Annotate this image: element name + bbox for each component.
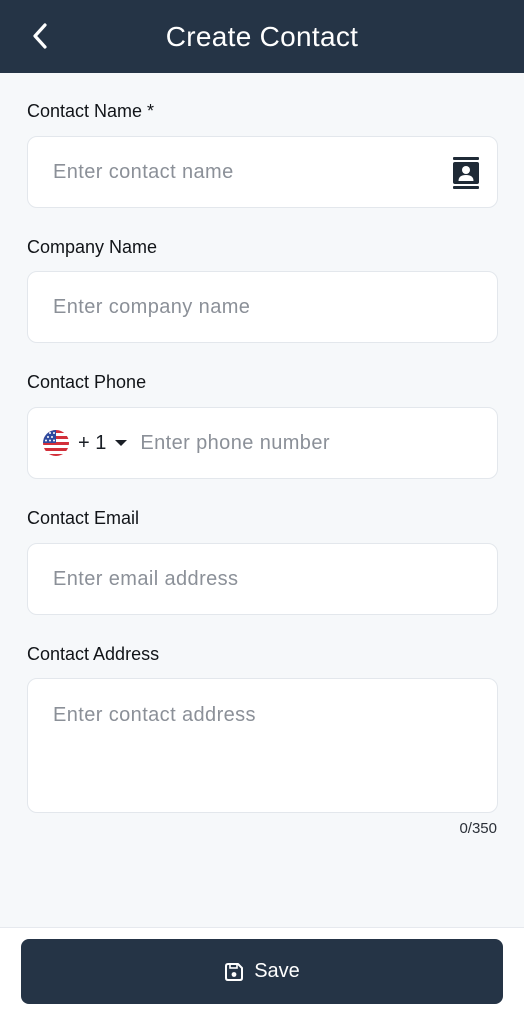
chevron-left-icon (33, 23, 47, 49)
country-code-picker[interactable]: + 1 (42, 429, 140, 457)
contact-phone-field: + 1 (27, 407, 498, 479)
contact-address-label: Contact Address (27, 644, 160, 664)
contact-email-field (27, 543, 498, 615)
address-textarea[interactable] (53, 703, 472, 793)
email-input[interactable] (53, 567, 472, 591)
dial-code: + 1 (78, 431, 107, 454)
us-flag-icon (43, 430, 69, 456)
contact-book-button[interactable] (451, 157, 481, 189)
phone-number-input[interactable] (140, 431, 472, 455)
contact-address-field (27, 678, 498, 813)
save-icon (225, 962, 244, 981)
bottom-action-bar: Save (0, 927, 524, 1024)
contact-book-icon (453, 157, 479, 189)
contact-name-field (27, 136, 498, 208)
company-name-label: Company Name (27, 237, 158, 257)
company-name-input[interactable] (53, 295, 472, 319)
save-label: Save (254, 960, 300, 982)
back-button[interactable] (22, 18, 58, 54)
contact-phone-label: Contact Phone (27, 372, 147, 392)
contact-email-label: Contact Email (27, 508, 140, 528)
company-name-field (27, 271, 498, 343)
contact-name-label: Contact Name * (27, 101, 155, 121)
address-character-counter: 0/350 (459, 820, 497, 837)
save-button[interactable]: Save (21, 939, 503, 1004)
contact-name-input[interactable] (53, 160, 472, 184)
top-app-bar: Create Contact (0, 0, 524, 73)
page-title: Create Contact (165, 20, 359, 52)
caret-down-icon (115, 440, 128, 446)
